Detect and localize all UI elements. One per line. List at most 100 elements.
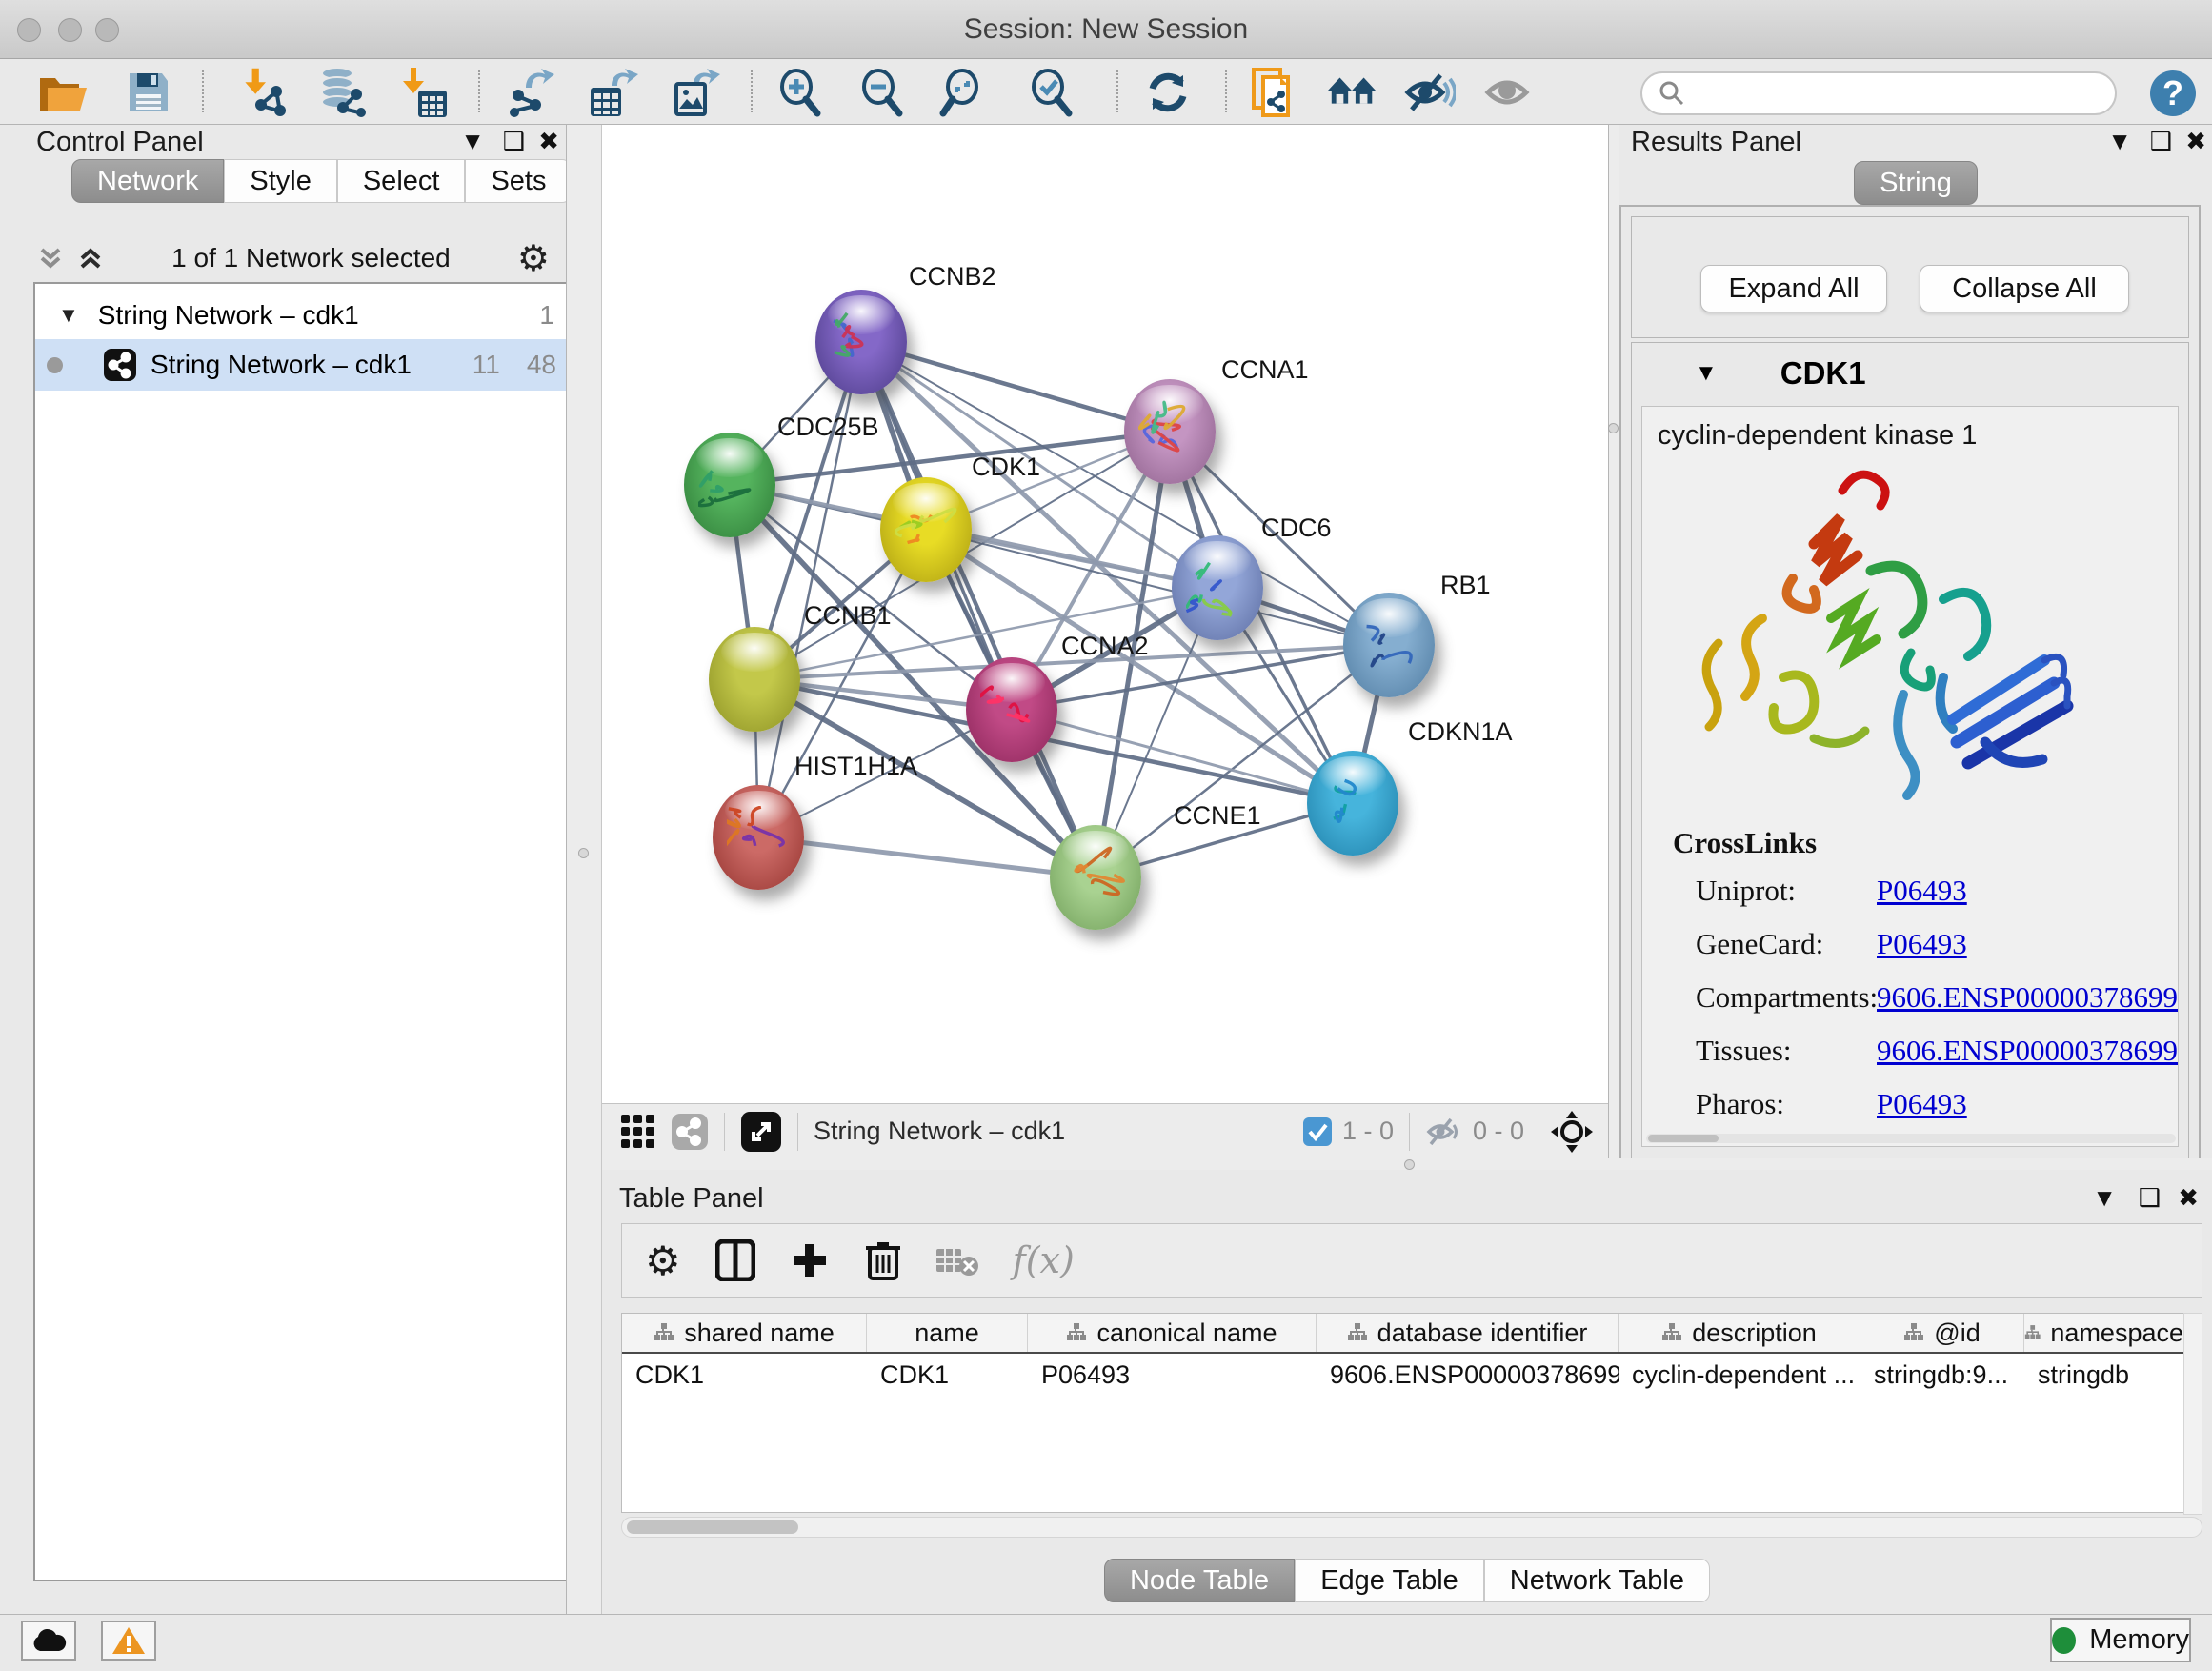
table-horizontal-scrollbar[interactable] <box>621 1517 2202 1538</box>
crosslink-value-link[interactable]: P06493 <box>1877 1087 1967 1121</box>
left-splitter[interactable] <box>566 125 602 1614</box>
zoom-in-button[interactable] <box>774 68 827 117</box>
tab-string[interactable]: String <box>1854 161 1978 205</box>
crosslink-value-link[interactable]: 9606.ENSP00000378699 <box>1877 980 2178 1015</box>
hide-selected-button[interactable] <box>1402 68 1456 117</box>
help-button[interactable]: ? <box>2150 70 2196 116</box>
network-node-cdc25b[interactable] <box>684 433 775 537</box>
expand-all-icon[interactable] <box>76 244 105 272</box>
table-cell[interactable]: 9606.ENSP00000378699 <box>1317 1360 1619 1390</box>
columns-icon[interactable] <box>715 1239 755 1281</box>
panel-float-icon[interactable]: ❑ <box>2150 127 2172 156</box>
section-expander-icon[interactable]: ▼ <box>1695 360 1718 387</box>
tab-sets[interactable]: Sets <box>465 159 572 203</box>
panel-menu-icon[interactable]: ▼ <box>2092 1183 2117 1213</box>
network-view-icon[interactable] <box>671 1113 709 1151</box>
zoom-selected-button[interactable] <box>1021 68 1075 117</box>
bottom-splitter-handle[interactable] <box>1404 1159 1415 1170</box>
collapse-all-icon[interactable] <box>36 244 65 272</box>
import-network-database-button[interactable] <box>316 68 370 117</box>
network-node-cdc6[interactable] <box>1172 535 1263 640</box>
table-settings-gear-icon[interactable]: ⚙ <box>645 1238 681 1284</box>
gear-icon[interactable]: ⚙ <box>517 237 550 280</box>
right-splitter[interactable] <box>1608 125 1619 1170</box>
network-node-rb1[interactable] <box>1343 593 1435 697</box>
table-cell[interactable]: stringdb:9... <box>1860 1360 2024 1390</box>
copy-network-button[interactable] <box>1248 68 1301 117</box>
first-neighbors-button[interactable] <box>1326 68 1379 117</box>
crosshair-icon[interactable] <box>1549 1109 1595 1155</box>
tab-network-table[interactable]: Network Table <box>1484 1559 1710 1602</box>
tab-network[interactable]: Network <box>71 159 224 203</box>
search-input[interactable] <box>1696 74 2115 112</box>
crosslink-value-link[interactable]: 9606.ENSP00000378699 <box>1877 1034 2178 1068</box>
zoom-out-button[interactable] <box>855 68 909 117</box>
cloud-status-button[interactable] <box>21 1621 76 1661</box>
export-table-button[interactable] <box>585 68 638 117</box>
tab-style[interactable]: Style <box>224 159 336 203</box>
save-session-button[interactable] <box>122 68 175 117</box>
open-session-button[interactable] <box>36 68 90 117</box>
import-table-button[interactable] <box>398 68 452 117</box>
function-builder-icon[interactable]: f(x) <box>1013 1239 1075 1281</box>
crosslink-value-link[interactable]: P06493 <box>1877 927 1967 961</box>
network-node-ccna1[interactable] <box>1124 379 1216 484</box>
delete-table-icon[interactable] <box>935 1243 980 1278</box>
panel-menu-icon[interactable]: ▼ <box>460 127 485 156</box>
network-node-ccnb1[interactable] <box>709 627 800 732</box>
network-node-cdkn1a[interactable] <box>1307 751 1398 856</box>
delete-column-icon[interactable] <box>864 1238 902 1282</box>
crosslink-value-link[interactable]: P06493 <box>1877 874 1967 908</box>
panel-menu-icon[interactable]: ▼ <box>2107 127 2132 156</box>
panel-float-icon[interactable]: ❑ <box>503 127 525 156</box>
panel-close-icon[interactable]: ✖ <box>2178 1183 2199 1213</box>
import-network-file-button[interactable] <box>236 68 290 117</box>
table-row[interactable]: CDK1CDK1P064939606.ENSP00000378699cyclin… <box>622 1354 2202 1396</box>
column-header-canonical-name[interactable]: canonical name <box>1028 1314 1317 1352</box>
column-header-shared-name[interactable]: shared name <box>622 1314 867 1352</box>
network-node-hist1h1a[interactable] <box>713 785 804 890</box>
column-header-name[interactable]: name <box>867 1314 1028 1352</box>
table-cell[interactable]: cyclin-dependent ... <box>1619 1360 1860 1390</box>
table-vertical-scrollbar[interactable] <box>2183 1313 2202 1515</box>
export-image-button[interactable] <box>667 68 720 117</box>
right-splitter-handle[interactable] <box>1608 423 1619 433</box>
open-in-window-icon[interactable] <box>740 1111 782 1153</box>
table-cell[interactable]: stringdb <box>2024 1360 2184 1390</box>
column-header-description[interactable]: description <box>1619 1314 1860 1352</box>
collapse-all-button[interactable]: Collapse All <box>1920 265 2129 312</box>
hidden-eye-icon[interactable] <box>1425 1117 1463 1147</box>
warnings-button[interactable] <box>101 1621 156 1661</box>
panel-close-icon[interactable]: ✖ <box>2185 127 2206 156</box>
network-node-ccnb2[interactable] <box>815 290 907 394</box>
column-header-namespace[interactable]: namespace <box>2024 1314 2184 1352</box>
network-node-ccna2[interactable] <box>966 657 1057 762</box>
grid-view-icon[interactable] <box>619 1113 657 1151</box>
table-cell[interactable]: CDK1 <box>622 1360 867 1390</box>
network-row-selected[interactable]: String Network – cdk1 11 48 <box>35 339 572 391</box>
export-network-button[interactable] <box>503 68 556 117</box>
tab-select[interactable]: Select <box>337 159 466 203</box>
add-column-icon[interactable] <box>790 1240 830 1280</box>
expand-all-button[interactable]: Expand All <box>1700 265 1887 312</box>
tab-edge-table[interactable]: Edge Table <box>1295 1559 1484 1602</box>
panel-float-icon[interactable]: ❑ <box>2139 1183 2161 1213</box>
table-cell[interactable]: P06493 <box>1028 1360 1317 1390</box>
column-header-@id[interactable]: @id <box>1860 1314 2024 1352</box>
table-cell[interactable]: CDK1 <box>867 1360 1028 1390</box>
show-all-button[interactable] <box>1482 68 1536 117</box>
tab-node-table[interactable]: Node Table <box>1104 1559 1295 1602</box>
refresh-button[interactable] <box>1141 68 1195 117</box>
column-header-database-identifier[interactable]: database identifier <box>1317 1314 1619 1352</box>
protein-section-header[interactable]: ▼ CDK1 <box>1632 343 2188 404</box>
network-canvas[interactable]: CCNB2CCNA1CDC25BCDK1CDC6RB1CCNB1CCNA2CDK… <box>602 125 1608 1103</box>
panel-close-icon[interactable]: ✖ <box>538 127 559 156</box>
memory-button[interactable]: Memory <box>2050 1618 2191 1662</box>
selected-checkbox-icon[interactable] <box>1302 1117 1333 1147</box>
tree-expander-icon[interactable]: ▼ <box>58 303 79 328</box>
network-edge[interactable] <box>758 837 1096 877</box>
network-node-cdk1[interactable] <box>880 477 972 582</box>
search-field[interactable] <box>1640 71 2117 115</box>
zoom-fit-button[interactable] <box>937 68 991 117</box>
left-splitter-handle[interactable] <box>578 848 589 858</box>
